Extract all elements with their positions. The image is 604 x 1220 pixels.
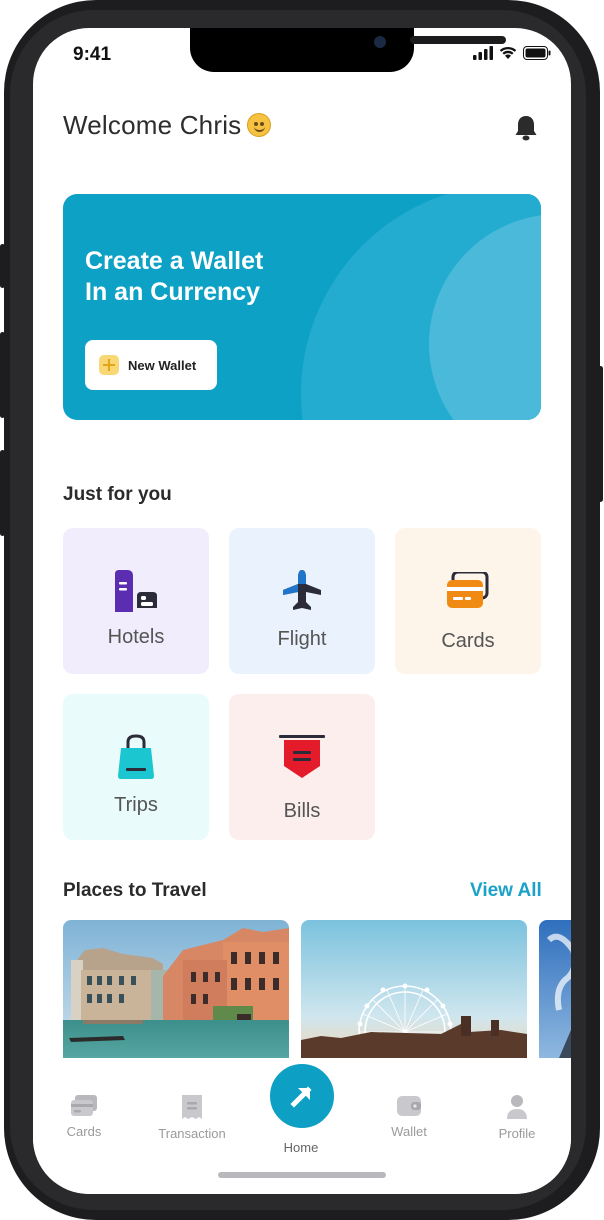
nav-profile[interactable]: Profile	[467, 1094, 567, 1141]
place-card-ferris-wheel[interactable]	[301, 920, 527, 1058]
venice-photo	[63, 920, 289, 1058]
wallet-icon	[397, 1096, 421, 1116]
tile-flight[interactable]: Flight	[229, 528, 375, 674]
smile-emoji-icon	[247, 113, 272, 137]
tile-label: Cards	[441, 630, 495, 652]
home-indicator[interactable]	[218, 1172, 386, 1178]
speaker	[410, 36, 506, 44]
user-icon	[507, 1095, 527, 1119]
nav-label: Cards	[66, 1124, 102, 1139]
status-icons	[473, 46, 551, 60]
plus-icon	[99, 355, 119, 375]
hotel-icon	[115, 570, 157, 612]
just-for-you-title: Just for you	[63, 484, 172, 505]
banner-title-line1: Create a Wallet	[85, 247, 264, 275]
camera	[374, 36, 386, 48]
tile-bills[interactable]: Bills	[229, 694, 375, 840]
bill-icon	[279, 735, 325, 778]
side-button	[0, 450, 5, 536]
tile-label: Flight	[277, 628, 327, 650]
card-icon	[447, 572, 489, 608]
nav-transaction[interactable]: Transaction	[142, 1094, 242, 1141]
cards-icon	[71, 1095, 97, 1116]
sky-photo	[539, 920, 571, 1058]
banner-title-line2: In an Currency	[85, 278, 261, 306]
tile-hotels[interactable]: Hotels	[63, 528, 209, 674]
tile-cards[interactable]: Cards	[395, 528, 541, 674]
side-button	[0, 244, 5, 288]
signal-icon	[473, 46, 493, 60]
nav-label: Profile	[498, 1126, 536, 1141]
arrow-icon	[290, 1086, 312, 1108]
home-button[interactable]	[264, 1058, 340, 1134]
phone-screen: 9:41 Welcome Chris Create a Wallet In an…	[33, 28, 571, 1194]
tile-label: Hotels	[107, 626, 165, 648]
place-card-venice[interactable]	[63, 920, 289, 1058]
tile-label: Bills	[283, 800, 321, 822]
welcome-heading: Welcome Chris	[63, 110, 272, 141]
ferris-wheel-photo	[301, 920, 527, 1058]
new-wallet-button[interactable]: New Wallet	[85, 340, 217, 390]
nav-label: Transaction	[158, 1126, 226, 1141]
nav-home-label: Home	[283, 1140, 319, 1155]
wifi-icon	[499, 46, 517, 59]
bell-icon[interactable]	[513, 114, 539, 142]
create-wallet-banner: Create a Wallet In an Currency New Walle…	[63, 194, 541, 420]
places-title: Places to Travel	[63, 880, 207, 901]
receipt-icon	[182, 1095, 202, 1119]
nav-wallet[interactable]: Wallet	[359, 1094, 459, 1139]
banner-title: Create a Wallet In an Currency	[85, 246, 325, 308]
nav-label: Wallet	[391, 1124, 427, 1139]
battery-icon	[523, 46, 551, 60]
tile-trips[interactable]: Trips	[63, 694, 209, 840]
status-time: 9:41	[73, 44, 112, 65]
greeting-text: Welcome Chris	[63, 110, 242, 140]
plane-icon	[283, 570, 321, 610]
view-all-link[interactable]: View All	[470, 880, 542, 902]
place-card-sky[interactable]	[539, 920, 571, 1058]
side-button	[0, 332, 5, 418]
notch	[190, 28, 506, 72]
nav-cards[interactable]: Cards	[34, 1094, 134, 1139]
side-button	[598, 366, 603, 502]
new-wallet-label: New Wallet	[128, 357, 197, 373]
bag-icon	[118, 734, 154, 779]
tile-label: Trips	[114, 794, 158, 816]
